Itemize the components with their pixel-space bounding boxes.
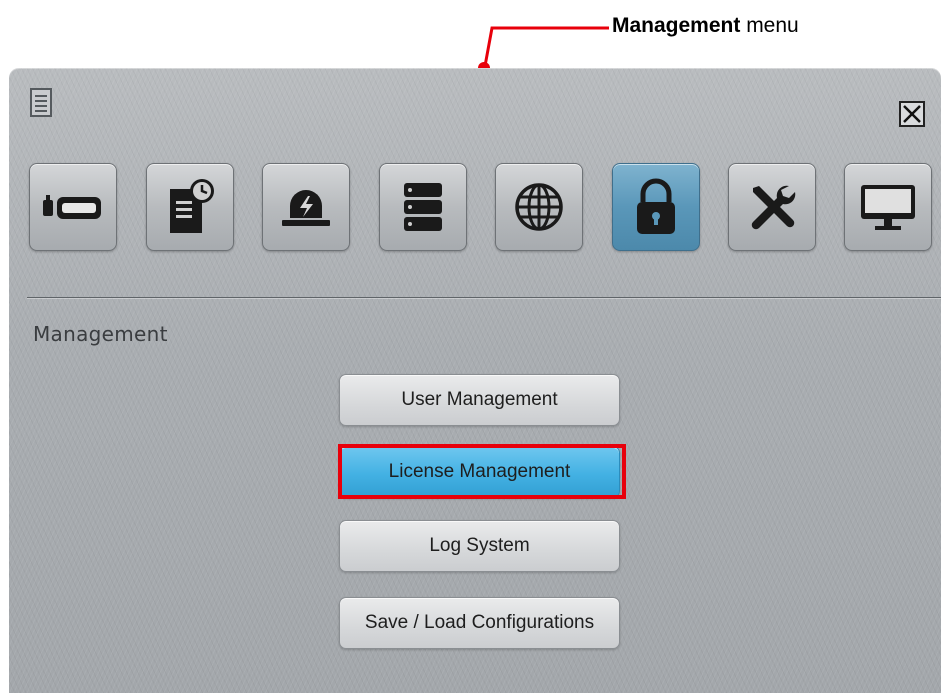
schedule-report-icon [170,179,214,233]
monitor-icon [861,185,915,230]
user-management-button[interactable]: User Management [339,374,620,426]
tab-storage[interactable] [379,163,467,251]
tab-schedule[interactable] [146,163,234,251]
close-button[interactable] [899,101,925,127]
tab-camera[interactable] [29,163,117,251]
tab-management[interactable] [612,163,700,251]
close-x-icon [903,105,921,123]
tab-network[interactable] [495,163,583,251]
tools-icon [751,185,796,230]
page-title: Management [33,322,168,346]
network-globe-icon [515,183,563,231]
section-divider [27,297,941,298]
storage-server-icon [404,183,442,231]
tab-tools[interactable] [728,163,816,251]
lock-icon [637,178,675,234]
tab-alarm[interactable] [262,163,350,251]
camera-icon [43,195,101,219]
tab-display[interactable] [844,163,932,251]
log-system-button[interactable]: Log System [339,520,620,572]
document-list-icon[interactable] [29,88,55,120]
alarm-siren-icon [282,190,330,226]
save-load-configurations-button[interactable]: Save / Load Configurations [339,597,620,649]
highlight-box [338,444,626,499]
settings-panel: Management User Management License Manag… [9,68,941,693]
